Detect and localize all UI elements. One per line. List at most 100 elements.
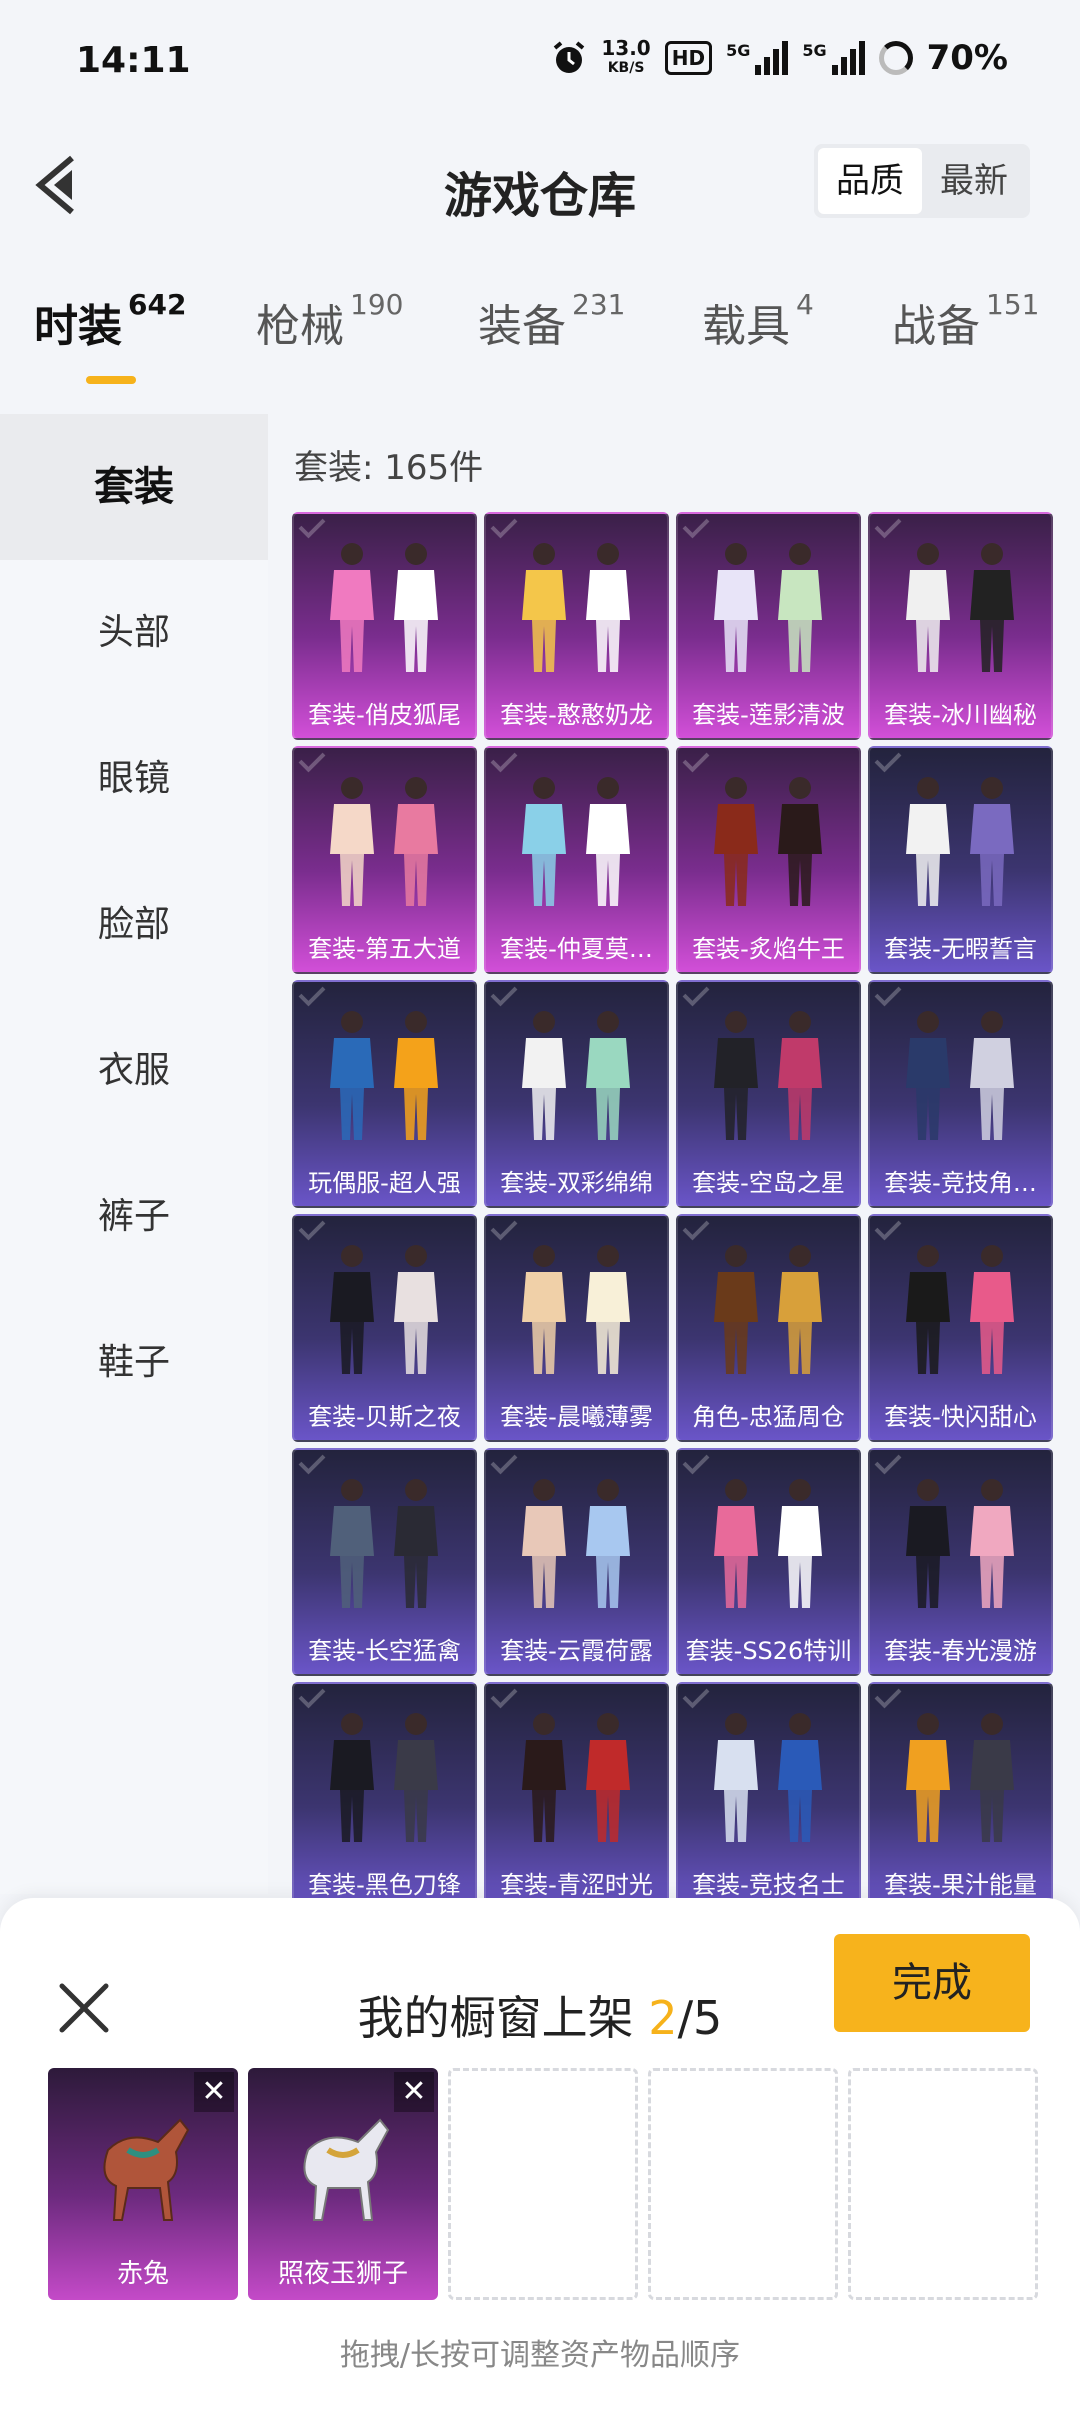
item-card[interactable]: 套装-无暇誓言	[868, 746, 1053, 974]
status-icons: 13.0 KB/S HD 5G 5G 70%	[551, 38, 1008, 78]
item-name: 套装-春光漫游	[884, 1637, 1037, 1665]
remove-slot-button[interactable]: ✕	[194, 2072, 234, 2112]
showcase-slot[interactable]: ✕ 照夜玉狮子	[248, 2068, 438, 2300]
item-card[interactable]: 角色-忠猛周仓	[676, 1214, 861, 1442]
item-card[interactable]: 套装-双彩绵绵	[484, 980, 669, 1208]
outfit-icon	[713, 1479, 822, 1608]
item-card[interactable]: 套装-憨憨奶龙	[484, 512, 669, 740]
showcase-slot-empty[interactable]	[648, 2068, 838, 2300]
tab-equipment[interactable]: 装备 231	[478, 288, 626, 354]
select-check-icon	[298, 748, 326, 773]
item-count-value: 165件	[384, 448, 484, 488]
sort-quality-button[interactable]: 品质	[818, 148, 922, 214]
select-check-icon	[298, 1216, 326, 1241]
tab-label: 装备	[478, 301, 566, 352]
battery-percent: 70%	[926, 38, 1008, 78]
item-card[interactable]: 套装-SS26特训	[676, 1448, 861, 1676]
tab-vehicles[interactable]: 载具 4	[702, 288, 814, 354]
tab-supplies[interactable]: 战备 151	[892, 288, 1039, 354]
outfit-icon	[713, 1245, 822, 1374]
outfit-icon	[905, 1245, 1014, 1374]
tab-count: 4	[796, 288, 814, 321]
item-card[interactable]: 套装-晨曦薄雾	[484, 1214, 669, 1442]
item-card[interactable]: 套装-仲夏莫…	[484, 746, 669, 974]
outfit-icon	[329, 1479, 438, 1608]
item-card[interactable]: 套装-果汁能量	[868, 1682, 1053, 1910]
item-card[interactable]: 套装-竞技名士	[676, 1682, 861, 1910]
outfit-icon	[521, 1245, 630, 1374]
sidebar-item-glasses[interactable]: 眼镜	[0, 706, 268, 852]
tab-label: 时装	[34, 301, 122, 352]
sidebar-item-pants[interactable]: 裤子	[0, 1144, 268, 1290]
slot-name: 照夜玉狮子	[277, 2259, 408, 2289]
network-speed: 13.0 KB/S	[601, 38, 650, 78]
showcase-title-text: 我的橱窗上架	[357, 1991, 649, 2045]
item-card[interactable]: 套装-青涩时光	[484, 1682, 669, 1910]
hd-badge: HD	[664, 41, 713, 75]
select-check-icon	[490, 1216, 518, 1241]
item-card[interactable]: 套装-春光漫游	[868, 1448, 1053, 1676]
item-card[interactable]: 套装-莲影清波	[676, 512, 861, 740]
tab-count: 190	[350, 288, 404, 321]
alarm-icon	[554, 41, 585, 73]
item-card[interactable]: 玩偶服-超人强	[292, 980, 477, 1208]
sidebar-item-outfit[interactable]: 套装	[0, 414, 268, 560]
item-card[interactable]: 套装-冰川幽秘	[868, 512, 1053, 740]
outfit-icon	[713, 543, 822, 672]
sidebar-item-head[interactable]: 头部	[0, 560, 268, 706]
select-check-icon	[490, 748, 518, 773]
showcase-slot-empty[interactable]	[448, 2068, 638, 2300]
item-count-label: 套装: 165件	[294, 440, 483, 489]
item-name: 角色-忠猛周仓	[692, 1403, 845, 1431]
outfit-icon	[329, 1011, 438, 1140]
item-name: 套装-冰川幽秘	[884, 701, 1037, 729]
outfit-icon	[905, 777, 1014, 906]
item-card[interactable]: 套装-空岛之星	[676, 980, 861, 1208]
select-check-icon	[874, 1684, 902, 1709]
outfit-icon	[521, 1479, 630, 1608]
reorder-hint: 拖拽/长按可调整资产物品顺序	[339, 2338, 741, 2373]
item-card[interactable]: 套装-竞技角…	[868, 980, 1053, 1208]
remove-slot-button[interactable]: ✕	[394, 2072, 434, 2112]
item-name: 套装-仲夏莫…	[500, 935, 653, 963]
showcase-slot-empty[interactable]	[848, 2068, 1038, 2300]
outfit-icon	[329, 1713, 438, 1842]
item-card[interactable]: 套装-快闪甜心	[868, 1214, 1053, 1442]
item-card[interactable]: 套装-炙焰牛王	[676, 746, 861, 974]
select-check-icon	[682, 514, 710, 539]
showcase-slot[interactable]: ✕ 赤兔	[48, 2068, 238, 2300]
select-check-icon	[682, 982, 710, 1007]
network-speed-value: 13.0	[601, 36, 651, 60]
select-check-icon	[298, 1450, 326, 1475]
select-check-icon	[682, 1684, 710, 1709]
sidebar-item-shoes[interactable]: 鞋子	[0, 1290, 268, 1436]
select-check-icon	[298, 1684, 326, 1709]
sidebar-item-clothes[interactable]: 衣服	[0, 998, 268, 1144]
select-check-icon	[490, 1684, 518, 1709]
network-speed-unit: KB/S	[607, 60, 645, 76]
item-card[interactable]: 套装-云霞荷露	[484, 1448, 669, 1676]
tab-count: 642	[128, 288, 187, 321]
item-card[interactable]: 套装-俏皮狐尾	[292, 512, 477, 740]
item-card[interactable]: 套装-黑色刀锋	[292, 1682, 477, 1910]
select-check-icon	[874, 748, 902, 773]
item-name: 套装-竞技角…	[884, 1169, 1037, 1197]
tab-fashion[interactable]: 时装 642	[34, 288, 187, 354]
item-card[interactable]: 套装-贝斯之夜	[292, 1214, 477, 1442]
outfit-icon	[905, 543, 1014, 672]
item-count-prefix: 套装:	[294, 448, 385, 488]
select-check-icon	[490, 514, 518, 539]
done-button[interactable]: 完成	[834, 1934, 1030, 2032]
item-card[interactable]: 套装-第五大道	[292, 746, 477, 974]
outfit-icon	[521, 543, 630, 672]
outfit-icon	[713, 1011, 822, 1140]
item-name: 套装-无暇誓言	[884, 935, 1037, 963]
tab-label: 载具	[702, 301, 790, 352]
sidebar-item-face[interactable]: 脸部	[0, 852, 268, 998]
item-name: 玩偶服-超人强	[308, 1169, 461, 1197]
sort-newest-button[interactable]: 最新	[922, 148, 1026, 214]
tab-count: 231	[572, 288, 626, 321]
tab-guns[interactable]: 枪械 190	[256, 288, 404, 354]
item-grid: 套装-俏皮狐尾 套装-憨憨奶龙 套装-莲影清波 套装-冰川幽秘套装-第五大道 套装-仲夏…	[292, 512, 1056, 1910]
item-card[interactable]: 套装-长空猛禽	[292, 1448, 477, 1676]
